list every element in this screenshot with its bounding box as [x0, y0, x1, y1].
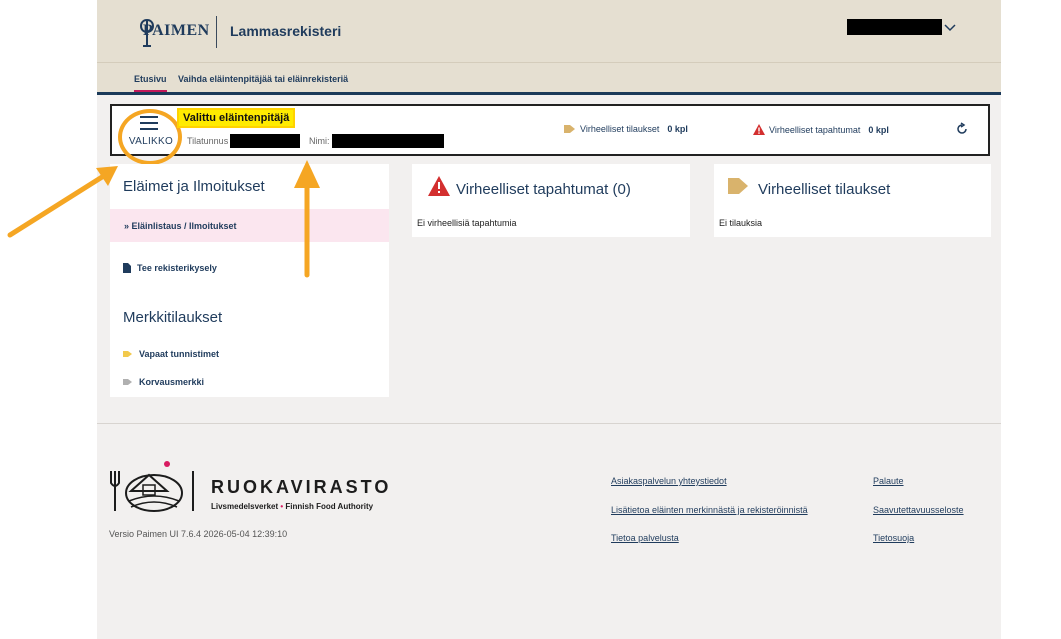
orders-error-label: Virheelliset tilaukset — [580, 124, 660, 134]
refresh-icon[interactable] — [955, 122, 969, 136]
holder-name-label: Nimi: — [309, 136, 330, 146]
orders-error-count: 0 kpl — [667, 124, 688, 134]
footer-link-privacy[interactable]: Tietosuoja — [873, 533, 914, 543]
card-title: Virheelliset tilaukset — [758, 181, 891, 198]
chevron-down-icon[interactable] — [943, 20, 957, 34]
warning-icon — [753, 124, 765, 135]
warning-icon — [428, 176, 450, 196]
events-error-label: Virheelliset tapahtumat — [769, 124, 861, 135]
orders-error-status[interactable]: Virheelliset tilaukset 0 kpl — [564, 124, 688, 134]
sidebar-item-registry-query[interactable]: Tee rekisterikysely — [123, 263, 217, 273]
farm-id-label: Tilatunnus — [187, 136, 229, 146]
org-subtitle-sv: Livsmedelsverket — [211, 502, 279, 511]
footer-link-marking-info[interactable]: Lisätietoa eläinten merkinnästä ja rekis… — [611, 505, 808, 515]
selected-holder-bar: VALIKKO Valittu eläintenpitäjä Tilatunnu… — [110, 104, 990, 165]
tag-icon — [123, 351, 132, 357]
card-faulty-events[interactable]: Virheelliset tapahtumat (0) Ei virheelli… — [412, 164, 690, 237]
events-error-count: 0 kpl — [868, 124, 889, 135]
annotation-arrow-up-icon — [294, 160, 320, 278]
footer-link-feedback[interactable]: Palaute — [873, 476, 904, 486]
selected-holder-title: Valittu eläintenpitäjä — [177, 108, 296, 128]
events-error-status[interactable]: Virheelliset tapahtumat 0 kpl — [753, 124, 889, 135]
main-nav: Etusivu Vaihda eläintenpitäjää tai eläin… — [97, 62, 1001, 95]
sidebar-item-label: Tee rekisterikysely — [137, 263, 217, 273]
tag-icon — [123, 379, 132, 385]
footer-link-about[interactable]: Tietoa palvelusta — [611, 533, 679, 543]
tag-icon — [728, 178, 748, 194]
footer-link-accessibility[interactable]: Saavutettavuusseloste — [873, 505, 964, 515]
card-text: Ei virheellisiä tapahtumia — [417, 218, 517, 228]
menu-button[interactable]: VALIKKO — [118, 109, 182, 165]
tab-etusivu[interactable]: Etusivu — [134, 74, 167, 92]
card-title: Virheelliset tapahtumat (0) — [456, 181, 631, 198]
tag-icon — [564, 125, 575, 133]
user-name-redacted[interactable] — [847, 19, 942, 35]
footer-divider — [97, 423, 1001, 424]
footer-link-customer-service[interactable]: Asiakaspalvelun yhteystiedot — [611, 476, 727, 486]
document-icon — [123, 263, 131, 273]
annotation-arrow-diagonal-icon — [7, 166, 118, 238]
sidebar-item-animal-list[interactable]: » Eläinlistaus / Ilmoitukset — [110, 209, 389, 242]
page: PAIMEN Lammasrekisteri Etusivu Vaihda el… — [97, 0, 1001, 639]
header-divider — [216, 16, 217, 48]
card-text: Ei tilauksia — [719, 218, 763, 228]
ruokavirasto-logo-icon[interactable] — [109, 461, 199, 517]
org-subtitle-en: Finnish Food Authority — [285, 502, 374, 511]
sidebar-item-text: Eläinlistaus / Ilmoitukset — [131, 221, 237, 231]
tab-change-holder[interactable]: Vaihda eläintenpitäjää tai eläinrekister… — [178, 74, 348, 84]
sidebar-item-label: Vapaat tunnistimet — [139, 349, 220, 359]
org-subtitle: Livsmedelsverket • Finnish Food Authorit… — [211, 502, 373, 511]
sidebar-item-label: Korvausmerkki — [139, 377, 205, 387]
sidebar-item-label: » Eläinlistaus / Ilmoitukset — [124, 221, 237, 231]
app-header: PAIMEN Lammasrekisteri — [97, 0, 1001, 62]
sidebar-item-free-tags[interactable]: Vapaat tunnistimet — [123, 349, 219, 359]
sidebar-section-tag-orders: Merkkitilaukset — [123, 309, 223, 326]
version-text: Versio Paimen UI 7.6.4 2026-05-04 12:39:… — [109, 529, 288, 539]
sidebar-item-replacement-tag[interactable]: Korvausmerkki — [123, 377, 204, 387]
card-faulty-orders[interactable]: Virheelliset tilaukset Ei tilauksia — [714, 164, 991, 237]
logo-text: PAIMEN — [143, 22, 210, 39]
sidebar-section-animals: Eläimet ja Ilmoitukset — [123, 178, 265, 195]
app-title[interactable]: Lammasrekisteri — [230, 23, 341, 39]
holder-name-redacted — [332, 134, 444, 148]
farm-id-redacted — [230, 134, 300, 148]
sidebar: Eläimet ja Ilmoitukset » Eläinlistaus / … — [110, 164, 389, 397]
org-name: RUOKAVIRASTO — [211, 477, 392, 497]
